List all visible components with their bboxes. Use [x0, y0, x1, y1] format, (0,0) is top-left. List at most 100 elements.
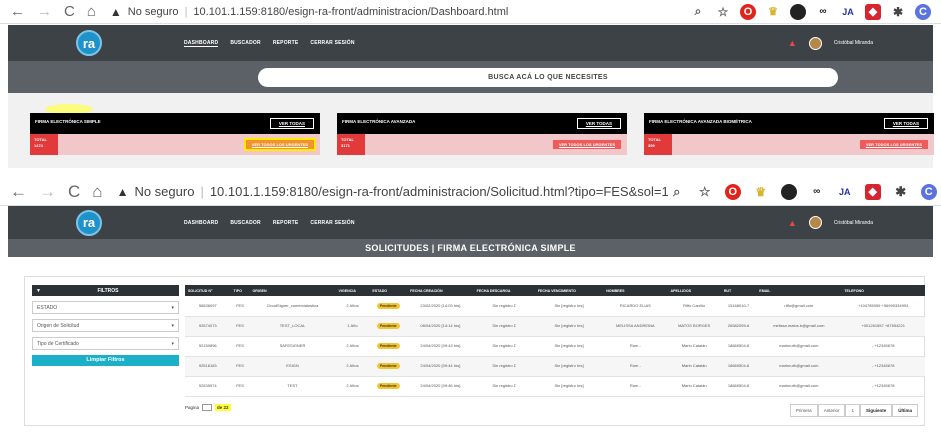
avatar[interactable] — [808, 36, 822, 50]
app-header-2: ra DASHBOARD BUSCADOR REPORTE CERRAR SES… — [8, 206, 933, 239]
filter-icon: ▼ — [36, 287, 41, 294]
table-row[interactable]: 92574073 FES TEST_LOCAL 1 Año Pendiente 08/04… — [185, 316, 925, 337]
glasses-icon[interactable]: ∞ — [815, 4, 831, 20]
column-header: FECHA VENCIMIENTO — [534, 285, 604, 296]
opera-icon[interactable]: O — [740, 3, 756, 20]
origen-select[interactable]: Origen de Solicitud ▾ — [32, 319, 179, 332]
avatar[interactable] — [808, 216, 822, 229]
status-badge: Pendiente — [376, 323, 400, 329]
star-icon[interactable]: ☆ — [715, 4, 731, 20]
urgent-button[interactable]: VER TODOS LOS URGENTES — [859, 140, 928, 149]
forward-icon[interactable]: → — [39, 182, 56, 202]
table-cell: 1 Año — [335, 316, 370, 337]
table-cell: 18669504-6 — [720, 356, 757, 377]
card-title: FIRMA ELECTRÓNICA AVANZADA BIOMÉTRICA — [649, 119, 752, 124]
crown-icon[interactable]: ♛ — [765, 4, 781, 20]
column-header: FECHA DESCARGA — [473, 285, 535, 296]
home-icon[interactable]: ⌂ — [87, 3, 96, 20]
clear-filters-button[interactable]: Limpiar Filtros — [32, 355, 179, 366]
back-icon[interactable]: ← — [10, 3, 25, 20]
status-badge: Pendiente — [376, 343, 400, 349]
menu-reporte[interactable]: REPORTE — [273, 220, 299, 226]
table-cell: MATOS BORGES — [667, 316, 721, 337]
puzzle-icon[interactable]: ✱ — [890, 4, 906, 20]
prev-page-button[interactable]: Anterior — [817, 404, 846, 417]
menu-logout[interactable]: CERRAR SESIÓN — [310, 220, 354, 226]
table-row[interactable]: 92150896 FES SAFESIGNER 2 Años Pendiente 24/0… — [185, 336, 925, 357]
table-cell: Sin [registro hrs] — [534, 376, 604, 397]
back-icon[interactable]: ← — [10, 182, 27, 202]
profile-icon[interactable]: C — [915, 3, 931, 20]
last-page-button[interactable]: Última — [892, 404, 918, 417]
status-badge: Pendiente — [376, 383, 400, 389]
menu-dashboard[interactable]: DASHBOARD — [184, 40, 219, 47]
table-cell: 2 Años — [335, 336, 370, 357]
star-icon[interactable]: ☆ — [697, 184, 713, 200]
crown-icon[interactable]: ♛ — [753, 184, 769, 200]
menu-dashboard[interactable]: DASHBOARD — [184, 220, 218, 226]
table-row[interactable]: 92535974 FES TEST 2 Años Pendiente 24/04/2020… — [185, 376, 925, 397]
search-input[interactable]: BUSCA ACÁ LO QUE NECESITES — [258, 68, 838, 87]
urgent-button[interactable]: VER TODOS LOS URGENTES — [243, 138, 317, 151]
estado-select[interactable]: ESTADO ▾ — [32, 301, 179, 314]
requests-panel: ▼ FILTROS ESTADO ▾ Origen de Solicitud ▾ Ti… — [24, 276, 925, 426]
ext-dark-icon[interactable] — [790, 3, 806, 20]
reload-icon[interactable]: C — [68, 182, 80, 202]
table-cell: FES — [230, 296, 250, 317]
ja-icon[interactable]: JA — [837, 184, 853, 200]
table-cell: 24/04/2020 [09:46 hrs] — [407, 376, 474, 397]
tipo-select[interactable]: Tipo de Certificado ▾ — [32, 337, 179, 350]
bell-icon[interactable]: ▲ — [788, 218, 797, 228]
table-row[interactable]: 92518183 FES ESIGN 2 Años Pendiente 24/04/202… — [185, 356, 925, 377]
puzzle-icon[interactable]: ✱ — [893, 184, 909, 200]
table-row[interactable]: 96536097 FES CloudSigner_comercialestica 2 … — [185, 296, 925, 317]
table-cell: 24/04/2020 [09:43 hrs] — [407, 336, 474, 357]
menu-logout[interactable]: CERRAR SESIÓN — [310, 40, 354, 47]
table-cell: Marin Catalán — [667, 376, 721, 397]
status-badge: Pendiente — [376, 302, 400, 309]
address-bar[interactable]: ▲ No seguro | 10.101.1.159:8180/esign-ra… — [110, 5, 508, 19]
zoom-icon[interactable]: ⌕ — [669, 184, 685, 200]
home-icon[interactable]: ⌂ — [92, 182, 102, 202]
menu-buscador[interactable]: BUSCADOR — [230, 40, 261, 47]
table-cell: Sin [registro hrs] — [534, 316, 604, 337]
opera-icon[interactable]: O — [724, 183, 741, 200]
table-cell: SAFESIGNER — [249, 336, 336, 357]
shield-ext-icon[interactable]: ◆ — [864, 183, 881, 200]
table-cell: Sin registro Σ — [473, 356, 535, 377]
reload-icon[interactable]: C — [64, 3, 75, 20]
card-fes: FIRMA ELECTRÓNICA SIMPLE VER TODAS TOTAL… — [30, 113, 320, 155]
page-input[interactable] — [202, 404, 213, 411]
table-cell: riffo@gmail.com — [756, 296, 842, 317]
zoom-icon[interactable]: ⌕ — [690, 4, 706, 20]
urgent-button[interactable]: VER TODOS LOS URGENTES — [552, 140, 621, 149]
table-cell: Marin Catalán — [667, 336, 721, 357]
see-all-button[interactable]: VER TODAS — [883, 118, 928, 129]
first-page-button[interactable]: Primera — [789, 404, 818, 417]
next-page-button[interactable]: Siguiente — [859, 404, 893, 417]
bell-icon[interactable]: ▲ — [788, 38, 797, 48]
ext-dark-icon[interactable] — [780, 183, 797, 200]
ra-logo[interactable]: ra — [76, 30, 102, 56]
column-header: RUT — [720, 285, 757, 296]
see-all-button[interactable]: VER TODAS — [269, 118, 314, 129]
current-page[interactable]: 1 — [845, 404, 860, 417]
table-cell: Pendiente — [369, 376, 408, 397]
menu-reporte[interactable]: REPORTE — [273, 40, 299, 47]
user-name[interactable]: Cristóbal Miranda — [834, 220, 873, 226]
filters-panel: ▼ FILTROS ESTADO ▾ Origen de Solicitud ▾ Ti… — [32, 285, 179, 366]
extensions: ⌕ ☆ O ♛ ∞ JA ◆ ✱ C — [669, 183, 941, 200]
app-header-1: ra DASHBOARD BUSCADOR REPORTE CERRAR SES… — [8, 25, 933, 61]
forward-icon[interactable]: → — [37, 3, 52, 20]
menu-buscador[interactable]: BUSCADOR — [230, 220, 261, 226]
shield-ext-icon[interactable]: ◆ — [865, 3, 881, 20]
address-bar[interactable]: ▲ No seguro | 10.101.1.159:8180/esign-ra… — [117, 184, 669, 199]
see-all-button[interactable]: VER TODAS — [576, 118, 621, 129]
requests-table: SOLICITUD N° TIPO ORIGEN VIGENCIA ESTADO FECH… — [185, 285, 925, 397]
user-name[interactable]: Cristóbal Miranda — [834, 40, 873, 46]
ja-icon[interactable]: JA — [840, 4, 856, 20]
profile-icon[interactable]: C — [920, 183, 937, 200]
user-area-1: ▲ Cristóbal Miranda — [788, 36, 933, 50]
ra-logo[interactable]: ra — [76, 209, 102, 236]
glasses-icon[interactable]: ∞ — [809, 184, 825, 200]
